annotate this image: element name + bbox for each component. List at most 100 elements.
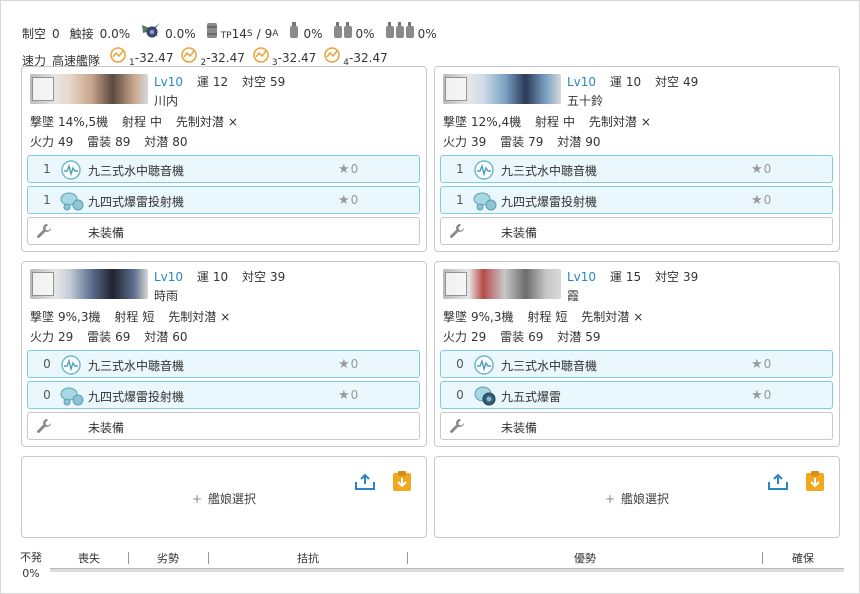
ship-stats-row-1: 撃墜 14%,5機 射程中 先制対潜 ×: [30, 113, 248, 130]
shotdown-label: 撃墜: [443, 310, 468, 324]
firepower-label: 火力: [443, 330, 468, 344]
clipboard-icon[interactable]: [391, 470, 413, 495]
ship-type-badge: [32, 272, 54, 296]
luck-label: 運: [196, 270, 209, 284]
no-trigger-value: 0%: [22, 567, 40, 580]
equip-name: 九三式水中聴音機: [501, 359, 598, 373]
ship-type-badge: [32, 77, 54, 101]
luck-label: 運: [609, 270, 622, 284]
tp-s-subscript: S: [246, 28, 253, 39]
firepower-value: 29: [471, 330, 487, 344]
oasw-value: ×: [220, 310, 231, 324]
star-icon: ★: [751, 357, 763, 372]
ship-card-4[interactable]: Lv10 運 15 対空 39 霞 撃墜 9%,3機 射程短 先制対潜 × 火力 29 雷…: [434, 261, 840, 447]
depth-charge-projector-icon: [60, 190, 86, 215]
asw-value: 59: [585, 330, 601, 344]
gauge-segment-supremacy: 確保: [792, 552, 814, 565]
luck-value: 10: [625, 75, 642, 89]
ship-name: 時雨: [154, 289, 179, 303]
ship-card-2[interactable]: Lv10 運 10 対空 49 五十鈴 撃墜 12%,4機 射程中 先制対潜 × 火力 3…: [434, 66, 840, 252]
ship-banner[interactable]: [30, 74, 148, 104]
ship-banner[interactable]: [443, 269, 561, 299]
asw-value: 90: [585, 135, 601, 149]
ship-stats-row-2: 火力 29 雷装 69 対潜 60: [30, 328, 198, 345]
gauge-segment-denial: 劣勢: [157, 552, 179, 565]
equip-name: 九三式水中聴音機: [88, 359, 185, 373]
firepower-label: 火力: [30, 135, 55, 149]
clipboard-icon[interactable]: [804, 470, 826, 495]
equip-name: 九三式水中聴音機: [88, 164, 185, 178]
equip-slot-1[interactable]: 1 九三式水中聴音機 ★0: [27, 155, 420, 183]
ship-level-row: Lv10 運 10 対空 39: [154, 268, 295, 285]
sortie-value: 0.0%: [165, 26, 196, 41]
star-icon: ★: [338, 162, 350, 177]
torpedo-value: 69: [115, 330, 131, 344]
range-value: 短: [142, 310, 155, 324]
equip-slot-1[interactable]: 0 九三式水中聴音機 ★0: [440, 350, 833, 378]
asw-label: 対潜: [144, 135, 169, 149]
ship-banner[interactable]: [30, 269, 148, 299]
ship-name: 霞: [567, 289, 580, 303]
equip-slot-1[interactable]: 1 九三式水中聴音機 ★0: [440, 155, 833, 183]
aa-label: 対空: [242, 75, 267, 89]
slot-count: 0: [456, 388, 464, 402]
equip-slot-2[interactable]: 1 九四式爆雷投射機 ★0: [440, 186, 833, 214]
wrench-icon: [36, 418, 52, 437]
drum-1-icon: [288, 21, 300, 46]
equip-slot-2[interactable]: 1 九四式爆雷投射機 ★0: [27, 186, 420, 214]
equip-slot-2[interactable]: 0 九四式爆雷投射機 ★0: [27, 381, 420, 409]
firepower-label: 火力: [30, 330, 55, 344]
sonar-icon: [473, 354, 495, 379]
equip-slot-empty[interactable]: 未装備: [440, 217, 833, 245]
add-ship-card-right[interactable]: + 艦娘選択: [434, 456, 840, 538]
ship-card-1[interactable]: Lv10 運 12 対空 59 川内 撃墜 14%,5機 射程中 先制対潜 × 火力 49…: [21, 66, 427, 252]
aa-value: 39: [270, 270, 286, 284]
equip-slot-empty[interactable]: 未装備: [27, 217, 420, 245]
firepower-label: 火力: [443, 135, 468, 149]
sonar-icon: [60, 159, 82, 184]
add-ship-card-left[interactable]: + 艦娘選択: [21, 456, 427, 538]
asw-label: 対潜: [144, 330, 169, 344]
oasw-label: 先制対潜: [581, 310, 630, 324]
equip-slot-1[interactable]: 0 九三式水中聴音機 ★0: [27, 350, 420, 378]
torpedo-value: 69: [528, 330, 544, 344]
empty-slot-label: 未装備: [88, 226, 125, 240]
drum-2-value: 0%: [355, 26, 375, 41]
improvement-level: ★0: [751, 357, 772, 372]
tp-a-value: 9: [264, 26, 273, 41]
star-icon: ★: [751, 193, 763, 208]
ship-level-row: Lv10 運 15 対空 39: [567, 268, 708, 285]
firepower-value: 39: [471, 135, 487, 149]
aa-value: 49: [683, 75, 699, 89]
equip-slot-2[interactable]: 0 九五式爆雷 ★0: [440, 381, 833, 409]
improvement-level: ★0: [338, 357, 359, 372]
plane-icon: [140, 21, 162, 46]
ship-banner[interactable]: [443, 74, 561, 104]
ship-stats-row-1: 撃墜 9%,3機 射程短 先制対潜 ×: [443, 308, 653, 325]
ship-type-badge: [445, 272, 467, 296]
slot-count: 0: [43, 357, 51, 371]
luck-label: 運: [609, 75, 622, 89]
contact-label: 触接: [69, 26, 94, 41]
equip-slot-empty[interactable]: 未装備: [27, 412, 420, 440]
improvement-level: ★0: [751, 388, 772, 403]
tp-separator: /: [256, 26, 261, 41]
empty-slot-label: 未装備: [501, 421, 538, 435]
equip-name: 九四式爆雷投射機: [88, 390, 185, 404]
luck-label: 運: [196, 75, 209, 89]
empty-slot-label: 未装備: [88, 421, 125, 435]
firepower-value: 49: [58, 135, 74, 149]
ship-type-badge: [445, 77, 467, 101]
sonar-icon: [60, 354, 82, 379]
upload-icon[interactable]: [354, 473, 376, 494]
equip-slot-empty[interactable]: 未装備: [440, 412, 833, 440]
range-value: 短: [555, 310, 568, 324]
upload-icon[interactable]: [767, 473, 789, 494]
aa-label: 対空: [655, 75, 680, 89]
wrench-icon: [36, 223, 52, 242]
range-label: 射程: [527, 310, 552, 324]
ship-card-3[interactable]: Lv10 運 10 対空 39 時雨 撃墜 9%,3機 射程短 先制対潜 × 火力 29 …: [21, 261, 427, 447]
empty-slot-label: 未装備: [501, 226, 538, 240]
air-power-label: 制空: [22, 26, 47, 41]
firepower-value: 29: [58, 330, 74, 344]
